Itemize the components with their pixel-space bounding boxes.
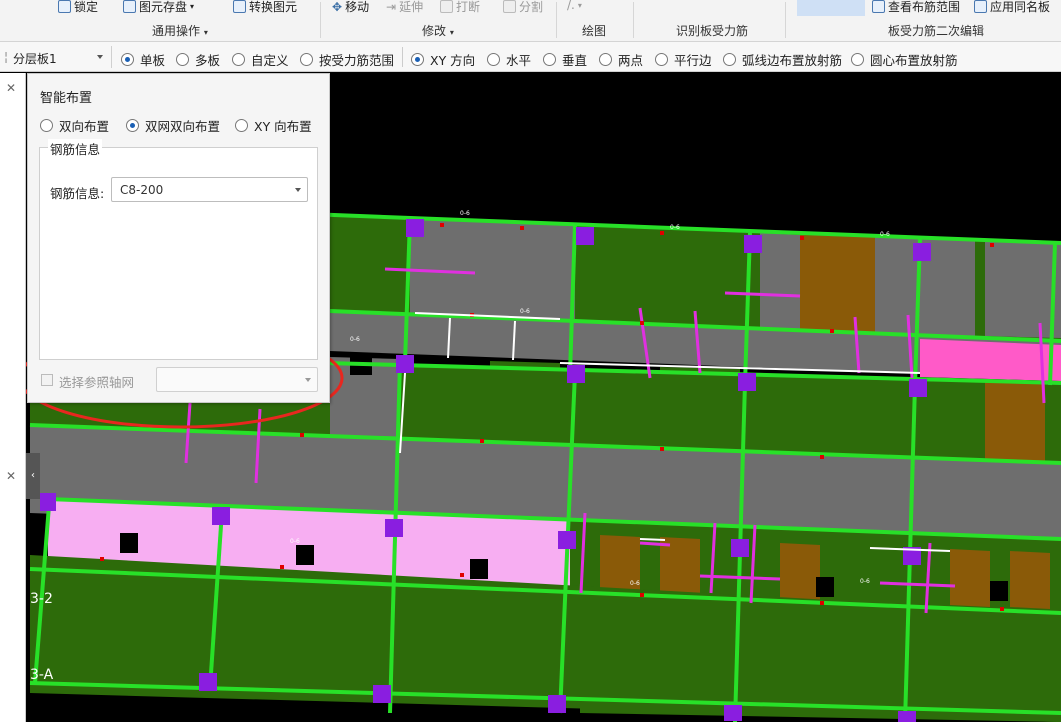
close-icon[interactable]: ✕ xyxy=(6,81,16,95)
large-button-highlight[interactable] xyxy=(797,0,865,16)
mode-custom[interactable]: 自定义 xyxy=(232,50,289,69)
placement-toolbar: ¦ 分层板1 单板 多板 自定义 按受力筋范围 XY 方向 水平 垂直 两点 平… xyxy=(0,42,1061,72)
radio-icon xyxy=(232,53,245,66)
radio-icon xyxy=(411,53,424,66)
svg-text:0-6: 0-6 xyxy=(670,224,680,231)
opening xyxy=(470,559,488,579)
radio-icon xyxy=(851,53,864,66)
group-title: 钢筋信息 xyxy=(48,139,103,158)
panel-title: 智能布置 xyxy=(40,91,93,106)
axis-checkbox-label: 选择参照轴网 xyxy=(59,375,135,390)
close-icon[interactable]: ✕ xyxy=(6,469,16,483)
mode-by-range[interactable]: 按受力筋范围 xyxy=(300,50,394,69)
lock-button[interactable]: 锁定 xyxy=(58,0,98,15)
option-xy[interactable]: XY 向布置 xyxy=(235,116,312,135)
axis-label-3-a: 3-A xyxy=(30,667,54,683)
draw-tool-button[interactable]: /. ▾ xyxy=(567,0,582,12)
apply-same-button[interactable]: 应用同名板 xyxy=(974,0,1050,15)
opening xyxy=(120,533,138,553)
rebar-info-select[interactable]: C8-200 xyxy=(111,177,308,202)
divider xyxy=(402,47,403,67)
axis-checkbox[interactable] xyxy=(41,374,53,386)
break-button[interactable]: 打断 xyxy=(440,0,480,15)
left-dock-strip: ✕ ✕ ‹ xyxy=(0,73,40,722)
radio-icon xyxy=(235,119,248,132)
svg-text:0-6: 0-6 xyxy=(630,580,640,587)
group-general[interactable]: 通用操作 ▾ xyxy=(152,22,208,39)
radio-icon xyxy=(655,53,668,66)
mode-single[interactable]: 单板 xyxy=(121,50,165,69)
extend-icon: ⇥ xyxy=(386,0,397,14)
svg-text:0-6: 0-6 xyxy=(880,231,890,238)
move-button[interactable]: ✥ 移动 xyxy=(332,0,369,15)
opening xyxy=(296,545,314,565)
dir-horizontal[interactable]: 水平 xyxy=(487,50,531,69)
radio-icon xyxy=(176,53,189,66)
svg-text:0-6: 0-6 xyxy=(460,210,470,217)
slab-grey xyxy=(760,233,800,331)
collapse-handle[interactable]: ‹ xyxy=(26,453,40,499)
convert-button[interactable]: 转换图元 xyxy=(233,0,297,15)
lock-icon xyxy=(58,0,71,13)
radio-icon xyxy=(300,53,313,66)
group-secondary-edit: 板受力筋二次编辑 xyxy=(888,24,985,38)
group-draw: 绘图 xyxy=(582,24,607,38)
range-icon xyxy=(872,0,885,13)
axis-grid-select[interactable] xyxy=(156,367,318,392)
dir-vertical[interactable]: 垂直 xyxy=(543,50,587,69)
chevron-down-icon xyxy=(305,377,311,382)
svg-text:0-6: 0-6 xyxy=(290,538,300,545)
split-button[interactable]: 分割 xyxy=(503,0,543,15)
radio-icon xyxy=(543,53,556,66)
svg-text:0-6: 0-6 xyxy=(860,578,870,585)
mode-multi[interactable]: 多板 xyxy=(176,50,220,69)
opening xyxy=(990,581,1008,601)
radio-icon xyxy=(723,53,736,66)
group-modify[interactable]: 修改 ▾ xyxy=(422,22,454,39)
divider xyxy=(633,2,634,38)
svg-text:0-6: 0-6 xyxy=(350,336,360,343)
opening xyxy=(816,577,834,597)
save-icon xyxy=(123,0,136,13)
layer-separator: ¦ xyxy=(4,50,9,64)
radio-icon xyxy=(126,119,139,132)
dir-parallel-edge[interactable]: 平行边 xyxy=(655,50,712,69)
apply-icon xyxy=(974,0,987,13)
chevron-down-icon xyxy=(97,55,103,59)
group-identify: 识别板受力筋 xyxy=(676,24,749,38)
extend-button[interactable]: ⇥ 延伸 xyxy=(386,0,423,15)
option-double-net[interactable]: 双网双向布置 xyxy=(126,116,220,135)
radio-icon xyxy=(487,53,500,66)
divider xyxy=(785,2,786,38)
layer-select[interactable]: ¦ 分层板1 xyxy=(0,46,112,68)
view-range-button[interactable]: 查看布筋范围 xyxy=(872,0,960,15)
divider xyxy=(320,2,321,38)
dir-xy[interactable]: XY 方向 xyxy=(411,50,475,69)
slab-brown xyxy=(800,235,875,333)
divider xyxy=(556,2,557,38)
dir-two-points[interactable]: 两点 xyxy=(599,50,643,69)
radio-icon xyxy=(599,53,612,66)
slab-brown xyxy=(780,543,820,601)
option-bidirectional[interactable]: 双向布置 xyxy=(40,116,109,135)
rebar-label: 钢筋信息: xyxy=(50,186,105,201)
break-icon xyxy=(440,0,453,13)
axis-label-3-2: 3-2 xyxy=(30,591,53,607)
dir-center-radial[interactable]: 圆心布置放射筋 xyxy=(851,50,958,69)
split-icon xyxy=(503,0,516,13)
chevron-down-icon xyxy=(295,187,301,192)
ribbon: 锁定 图元存盘 ▾ 转换图元 通用操作 ▾ ✥ 移动 ⇥ 延伸 打断 分割 修改 ▾ … xyxy=(0,0,1061,42)
convert-icon xyxy=(233,0,246,13)
slab-brown xyxy=(950,549,990,607)
slab-brown xyxy=(1010,551,1050,609)
radio-icon xyxy=(121,53,134,66)
svg-text:0-6: 0-6 xyxy=(520,308,530,315)
slab-grey xyxy=(985,241,1061,338)
smart-placement-panel: 智能布置 双向布置 双网双向布置 XY 向布置 钢筋信息 钢筋信息: C8-20… xyxy=(27,73,330,403)
move-icon: ✥ xyxy=(332,0,343,14)
radio-icon xyxy=(40,119,53,132)
unit-save-button[interactable]: 图元存盘 ▾ xyxy=(123,0,194,15)
dir-arc-edge-radial[interactable]: 弧线边布置放射筋 xyxy=(723,50,842,69)
pen-icon: /. xyxy=(567,0,575,12)
